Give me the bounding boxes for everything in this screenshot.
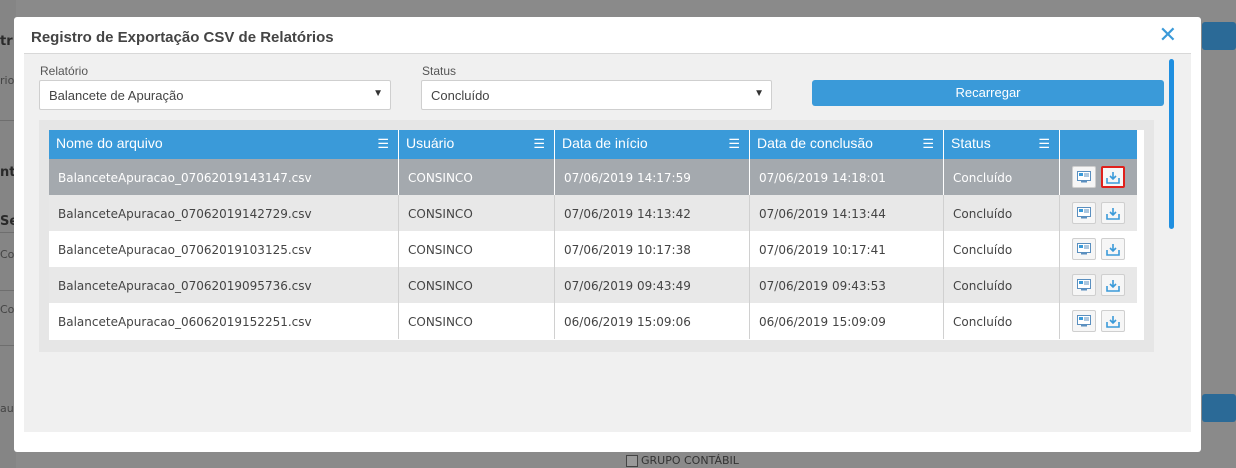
background-divider <box>0 120 14 121</box>
caret-down-icon: ▼ <box>373 88 383 99</box>
background-divider <box>0 345 14 346</box>
export-log-modal: Registro de Exportação CSV de Relatórios… <box>14 17 1201 452</box>
view-report-icon[interactable] <box>1072 238 1096 260</box>
column-header-file[interactable]: Nome do arquivo ☰ <box>49 130 399 159</box>
download-icon[interactable] <box>1101 238 1125 260</box>
view-report-icon[interactable] <box>1072 310 1096 332</box>
cell-end: 07/06/2019 14:18:01 <box>750 159 944 195</box>
modal-title: Registro de Exportação CSV de Relatórios <box>31 29 334 46</box>
column-header-label: Data de conclusão <box>757 135 873 151</box>
close-icon[interactable]: ✕ <box>1159 25 1177 47</box>
cell-status: Concluído <box>944 231 1060 267</box>
modal-scrollbar[interactable] <box>1169 59 1174 229</box>
modal-body: Relatório Balancete de Apuração ▼ Status… <box>24 54 1191 432</box>
background-fragment: Co <box>0 303 15 316</box>
grid-header: Nome do arquivo ☰ Usuário ☰ Data de iníc… <box>49 130 1144 159</box>
table-row[interactable]: BalanceteApuracao_07062019142729.csv CON… <box>49 195 1144 231</box>
hamburger-menu-icon[interactable]: ☰ <box>533 136 545 152</box>
cell-file: BalanceteApuracao_06062019152251.csv <box>49 303 399 339</box>
column-header-actions <box>1060 130 1144 159</box>
background-divider <box>0 232 14 233</box>
grid-scroll-track <box>1137 130 1144 340</box>
cell-start: 07/06/2019 10:17:38 <box>555 231 750 267</box>
background-bottom-text: GRUPO CONTÁBIL <box>641 454 739 467</box>
cell-user: CONSINCO <box>399 231 555 267</box>
status-label: Status <box>422 64 457 78</box>
column-header-label: Data de início <box>562 135 648 151</box>
cell-end: 07/06/2019 10:17:41 <box>750 231 944 267</box>
cell-start: 07/06/2019 14:13:42 <box>555 195 750 231</box>
download-icon[interactable] <box>1101 310 1125 332</box>
cell-start: 06/06/2019 15:09:06 <box>555 303 750 339</box>
report-select-value: Balancete de Apuração <box>49 88 184 103</box>
cell-file: BalanceteApuracao_07062019143147.csv <box>49 159 399 195</box>
cell-file: BalanceteApuracao_07062019142729.csv <box>49 195 399 231</box>
cell-end: 07/06/2019 09:43:53 <box>750 267 944 303</box>
checkbox-icon <box>626 454 638 467</box>
background-checkbox-label: GRUPO CONTÁBIL <box>626 454 739 467</box>
background-fragment: tr <box>0 34 13 49</box>
status-select[interactable]: Concluído ▼ <box>421 80 772 110</box>
cell-user: CONSINCO <box>399 159 555 195</box>
cell-start: 07/06/2019 09:43:49 <box>555 267 750 303</box>
table-row[interactable]: BalanceteApuracao_07062019143147.csv CON… <box>49 159 1144 195</box>
background-fragment: Co <box>0 248 15 261</box>
cell-status: Concluído <box>944 195 1060 231</box>
cell-actions <box>1060 267 1144 303</box>
grid-container: Nome do arquivo ☰ Usuário ☰ Data de iníc… <box>39 120 1154 352</box>
background-button <box>1202 394 1236 422</box>
hamburger-menu-icon[interactable]: ☰ <box>922 136 934 152</box>
download-icon[interactable] <box>1101 166 1125 188</box>
export-grid: Nome do arquivo ☰ Usuário ☰ Data de iníc… <box>49 130 1144 340</box>
column-header-start-date[interactable]: Data de início ☰ <box>555 130 750 159</box>
cell-status: Concluído <box>944 159 1060 195</box>
caret-down-icon: ▼ <box>754 88 764 99</box>
cell-actions <box>1060 195 1144 231</box>
cell-actions <box>1060 303 1144 339</box>
cell-user: CONSINCO <box>399 303 555 339</box>
table-row[interactable]: BalanceteApuracao_06062019152251.csv CON… <box>49 303 1144 339</box>
reload-button[interactable]: Recarregar <box>812 80 1164 106</box>
column-header-label: Usuário <box>406 135 455 151</box>
column-header-label: Status <box>951 135 991 151</box>
cell-file: BalanceteApuracao_07062019103125.csv <box>49 231 399 267</box>
hamburger-menu-icon[interactable]: ☰ <box>728 136 740 152</box>
view-report-icon[interactable] <box>1072 202 1096 224</box>
download-icon[interactable] <box>1101 202 1125 224</box>
cell-start: 07/06/2019 14:17:59 <box>555 159 750 195</box>
background-fragment: au <box>0 402 14 415</box>
status-select-value: Concluído <box>431 88 490 103</box>
cell-status: Concluído <box>944 303 1060 339</box>
cell-actions <box>1060 231 1144 267</box>
cell-end: 07/06/2019 14:13:44 <box>750 195 944 231</box>
cell-user: CONSINCO <box>399 267 555 303</box>
cell-status: Concluído <box>944 267 1060 303</box>
table-row[interactable]: BalanceteApuracao_07062019095736.csv CON… <box>49 267 1144 303</box>
view-report-icon[interactable] <box>1072 274 1096 296</box>
view-report-icon[interactable] <box>1072 166 1096 188</box>
background-button <box>1202 22 1236 50</box>
cell-actions <box>1060 159 1144 195</box>
column-header-status[interactable]: Status ☰ <box>944 130 1060 159</box>
cell-file: BalanceteApuracao_07062019095736.csv <box>49 267 399 303</box>
table-row[interactable]: BalanceteApuracao_07062019103125.csv CON… <box>49 231 1144 267</box>
hamburger-menu-icon[interactable]: ☰ <box>1038 136 1050 152</box>
cell-end: 06/06/2019 15:09:09 <box>750 303 944 339</box>
report-select[interactable]: Balancete de Apuração ▼ <box>39 80 391 110</box>
download-icon[interactable] <box>1101 274 1125 296</box>
column-header-user[interactable]: Usuário ☰ <box>399 130 555 159</box>
column-header-label: Nome do arquivo <box>56 135 163 151</box>
report-label: Relatório <box>40 64 89 78</box>
column-header-end-date[interactable]: Data de conclusão ☰ <box>750 130 944 159</box>
modal-header: Registro de Exportação CSV de Relatórios… <box>24 17 1191 54</box>
background-divider <box>0 290 14 291</box>
background-fragment: rio <box>0 74 15 87</box>
cell-user: CONSINCO <box>399 195 555 231</box>
hamburger-menu-icon[interactable]: ☰ <box>377 136 389 152</box>
